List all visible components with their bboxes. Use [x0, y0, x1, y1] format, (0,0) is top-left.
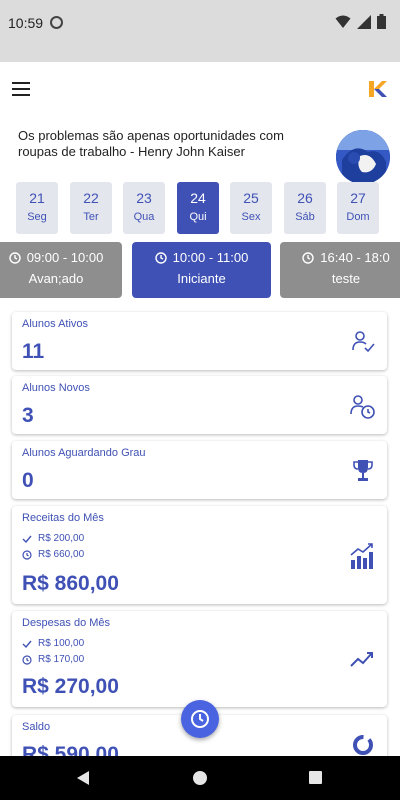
class-card[interactable]: 09:00 - 10:00 Avan;ado	[0, 242, 122, 298]
day-sat[interactable]: 26 Sáb	[284, 182, 326, 234]
clock-icon	[22, 654, 32, 665]
card-monthly-revenue[interactable]: Receitas do Mês R$ 200,00 R$ 660,00 R$ 8…	[12, 506, 387, 604]
clock-icon	[22, 549, 32, 560]
donut-chart-icon	[353, 735, 373, 755]
status-time: 10:59	[8, 15, 44, 31]
pending-amount: R$ 660,00	[38, 549, 85, 560]
day-name: Dom	[346, 211, 370, 223]
class-card[interactable]: 10:00 - 11:00 Iniciante	[132, 242, 271, 298]
check-icon	[22, 640, 32, 648]
day-sun[interactable]: 27 Dom	[337, 182, 379, 234]
day-selector: 21 Seg 22 Ter 23 Qua 24 Qui 25 Sex 26 Sáb 27 Do…	[16, 182, 386, 234]
day-name: Ter	[83, 211, 99, 223]
day-number: 27	[350, 190, 366, 206]
paid-row: R$ 100,00	[22, 638, 84, 649]
received-row: R$ 200,00	[22, 533, 84, 544]
class-time-row: 09:00 - 10:00	[0, 250, 122, 265]
day-name: Sáb	[295, 211, 315, 223]
day-name: Qua	[133, 211, 155, 223]
avatar[interactable]	[336, 130, 390, 184]
trophy-icon	[353, 460, 373, 481]
pending-amount: R$ 170,00	[38, 654, 85, 665]
class-time: 10:00 - 11:00	[172, 250, 249, 265]
pending-row: R$ 660,00	[22, 549, 84, 560]
card-title: Alunos Ativos	[22, 318, 89, 330]
day-fri[interactable]: 25 Sex	[230, 182, 272, 234]
header-strip	[0, 48, 400, 62]
card-new-students[interactable]: Alunos Novos 3	[12, 376, 387, 434]
class-label: teste	[331, 271, 361, 286]
class-time: 09:00 - 10:00	[26, 250, 104, 265]
class-card[interactable]: 16:40 - 18:0 teste	[280, 242, 400, 298]
user-check-icon	[352, 331, 375, 353]
day-name: Qui	[189, 211, 207, 223]
day-number: 25	[243, 190, 259, 206]
clock-icon	[154, 251, 167, 264]
card-value: 0	[22, 469, 34, 492]
daily-quote: Os problemas são apenas oportunidades co…	[18, 128, 284, 159]
app-logo-icon	[369, 81, 387, 97]
clock-icon	[191, 710, 209, 728]
card-title: Alunos Aguardando Grau	[22, 447, 146, 459]
day-number: 24	[190, 190, 206, 206]
card-value: R$ 270,00	[22, 675, 119, 698]
quote-row: Os problemas são apenas oportunidades co…	[18, 126, 390, 186]
card-title: Alunos Novos	[22, 382, 90, 394]
card-monthly-expenses[interactable]: Despesas do Mês R$ 100,00 R$ 170,00 R$ 2…	[12, 611, 387, 707]
card-title: Despesas do Mês	[22, 617, 111, 629]
card-title: Receitas do Mês	[22, 512, 104, 524]
status-bar: 10:59	[0, 0, 400, 48]
day-tue[interactable]: 22 Ter	[70, 182, 112, 234]
check-icon	[22, 535, 32, 543]
user-clock-icon	[350, 395, 375, 419]
clock-icon	[8, 251, 21, 264]
signal-icon	[357, 14, 371, 29]
day-wed[interactable]: 23 Qua	[123, 182, 165, 234]
class-label: Avan;ado	[28, 271, 84, 286]
day-number: 23	[136, 190, 152, 206]
recent-apps-icon[interactable]	[309, 771, 322, 784]
paid-amount: R$ 100,00	[38, 638, 85, 649]
status-icons	[335, 14, 386, 29]
card-value: R$ 860,00	[22, 572, 119, 595]
system-nav-bar	[0, 756, 400, 800]
app-bar	[0, 62, 400, 114]
schedule-fab-button[interactable]	[181, 700, 219, 738]
main-content: Os problemas são apenas oportunidades co…	[0, 114, 400, 756]
home-icon[interactable]	[193, 771, 207, 785]
day-name: Sex	[241, 211, 261, 223]
battery-icon	[377, 14, 386, 29]
day-mon[interactable]: 21 Seg	[16, 182, 58, 234]
day-number: 26	[297, 190, 313, 206]
card-value: 11	[22, 340, 45, 363]
class-time-row: 16:40 - 18:0	[280, 250, 400, 265]
clock-icon	[302, 251, 314, 264]
card-value: R$ 590,00	[22, 743, 119, 756]
received-amount: R$ 200,00	[38, 533, 85, 544]
class-time: 16:40 - 18:0	[320, 250, 390, 265]
sync-status-icon	[50, 16, 63, 29]
card-value: 3	[22, 404, 34, 427]
day-name: Seg	[27, 211, 47, 223]
class-time-row: 10:00 - 11:00	[132, 250, 271, 265]
card-active-students[interactable]: Alunos Ativos 11	[12, 312, 387, 370]
bar-chart-up-icon	[350, 543, 373, 569]
day-thu[interactable]: 24 Qui	[177, 182, 219, 234]
trend-up-icon	[350, 652, 373, 667]
card-title: Saldo	[22, 721, 51, 733]
day-number: 21	[29, 190, 45, 206]
card-awaiting-grade[interactable]: Alunos Aguardando Grau 0	[12, 441, 387, 499]
pending-row: R$ 170,00	[22, 654, 84, 665]
back-icon[interactable]	[76, 770, 90, 786]
class-schedule: 09:00 - 10:00 Avan;ado 10:00 - 11:00 Ini…	[0, 242, 400, 298]
class-label: Iniciante	[177, 271, 226, 286]
day-number: 22	[83, 190, 99, 206]
wifi-icon	[335, 15, 351, 28]
menu-icon[interactable]	[12, 82, 30, 96]
